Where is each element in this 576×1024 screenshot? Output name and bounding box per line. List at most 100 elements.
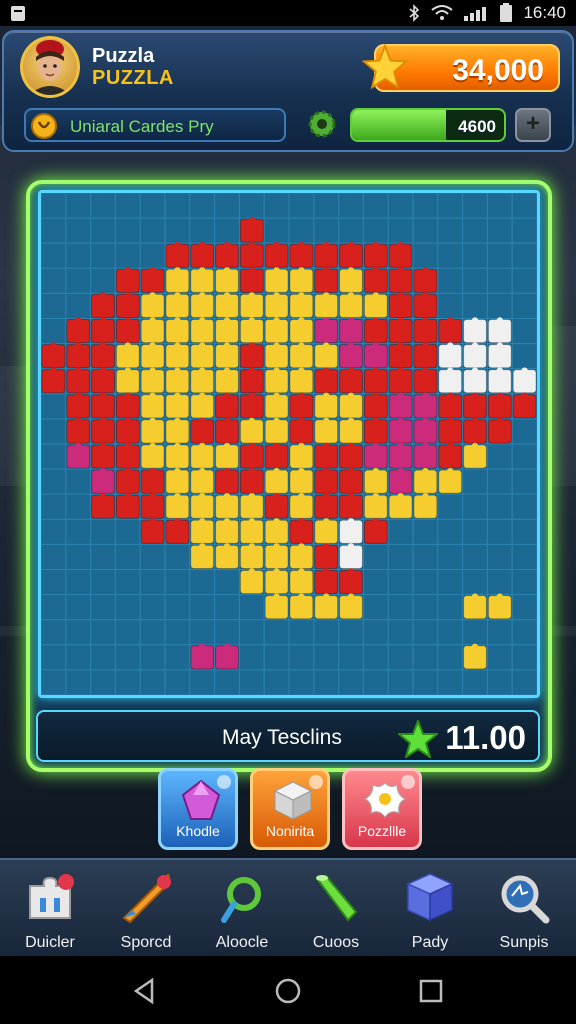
board-tile[interactable] xyxy=(41,569,67,596)
board-tile[interactable] xyxy=(462,518,488,545)
board-tile[interactable] xyxy=(387,193,414,219)
board-tile[interactable] xyxy=(214,569,240,596)
board-tile[interactable] xyxy=(65,292,92,320)
board-tile[interactable] xyxy=(65,217,92,244)
board-tile[interactable] xyxy=(511,543,537,570)
board-tile[interactable] xyxy=(65,518,92,545)
board-tile[interactable] xyxy=(511,594,537,621)
board-tile[interactable] xyxy=(511,669,537,695)
board-tile[interactable] xyxy=(139,217,166,244)
board-tile[interactable] xyxy=(437,267,464,294)
board-tile[interactable] xyxy=(114,193,141,219)
board-tile[interactable] xyxy=(90,644,116,671)
board-tile[interactable] xyxy=(214,669,240,695)
board-tile[interactable] xyxy=(41,292,67,320)
board-tile[interactable] xyxy=(90,543,116,570)
board-tile[interactable] xyxy=(462,569,488,596)
board-tile[interactable] xyxy=(511,292,537,320)
board-tile[interactable] xyxy=(511,443,537,470)
puzzle-grid[interactable] xyxy=(41,193,537,695)
board-tile[interactable] xyxy=(387,619,414,646)
board-tile[interactable] xyxy=(486,267,513,294)
board-tile[interactable] xyxy=(164,594,191,621)
board-tile[interactable] xyxy=(511,343,537,370)
back-icon[interactable] xyxy=(130,976,160,1006)
nav-item-pady[interactable]: Pady xyxy=(390,868,470,954)
board-tile[interactable] xyxy=(338,217,364,244)
board-tile[interactable] xyxy=(41,267,67,294)
board-tile[interactable] xyxy=(288,669,315,695)
board-tile[interactable] xyxy=(437,619,464,646)
board-tile[interactable] xyxy=(65,619,92,646)
board-tile[interactable] xyxy=(164,619,191,646)
board-tile[interactable] xyxy=(41,193,67,219)
board-tile[interactable] xyxy=(189,619,216,646)
board-tile[interactable] xyxy=(511,468,537,495)
board-tile[interactable] xyxy=(486,493,513,520)
board-tile[interactable] xyxy=(486,518,513,545)
board-tile[interactable] xyxy=(313,193,340,219)
board-tile[interactable] xyxy=(41,443,67,470)
board-tile[interactable] xyxy=(139,669,166,695)
powerup-khodle[interactable]: Khodle xyxy=(158,768,238,850)
board-tile[interactable] xyxy=(41,543,67,570)
board-tile[interactable] xyxy=(65,242,92,269)
board-tile[interactable] xyxy=(41,393,67,420)
board-tile[interactable] xyxy=(362,569,389,596)
board-tile[interactable] xyxy=(313,669,340,695)
mission-bar[interactable]: Uniaral Cardes Pry xyxy=(24,108,286,142)
board-tile[interactable] xyxy=(486,193,513,219)
board-tile[interactable] xyxy=(263,217,290,244)
board-tile[interactable] xyxy=(486,543,513,570)
board-tile[interactable] xyxy=(263,669,290,695)
board-tile[interactable] xyxy=(214,193,240,219)
nav-item-duicler[interactable]: Duicler xyxy=(10,868,90,954)
board-tile[interactable] xyxy=(462,543,488,570)
board-tile[interactable] xyxy=(412,644,439,671)
board-tile[interactable] xyxy=(164,569,191,596)
board-tile[interactable] xyxy=(462,292,488,320)
board-tile[interactable] xyxy=(437,193,464,219)
board-tile[interactable] xyxy=(139,543,166,570)
board-tile[interactable] xyxy=(462,468,488,495)
board-tile[interactable] xyxy=(511,242,537,269)
board-tile[interactable] xyxy=(90,267,116,294)
board-tile[interactable] xyxy=(511,569,537,596)
gear-icon[interactable] xyxy=(306,108,338,140)
board-tile[interactable] xyxy=(139,193,166,219)
board-tile[interactable] xyxy=(114,644,141,671)
nav-item-sporcd[interactable]: Sporcd xyxy=(106,868,186,954)
board-tile[interactable] xyxy=(387,217,414,244)
board-tile[interactable] xyxy=(437,493,464,520)
board-tile[interactable] xyxy=(214,619,240,646)
board-tile[interactable] xyxy=(387,594,414,621)
board-tile[interactable] xyxy=(263,193,290,219)
nav-item-cuoos[interactable]: Cuoos xyxy=(296,868,376,954)
board-tile[interactable] xyxy=(65,468,92,495)
board-tile[interactable] xyxy=(437,543,464,570)
board-tile[interactable] xyxy=(462,619,488,646)
board-tile[interactable] xyxy=(214,217,240,244)
board-tile[interactable] xyxy=(164,669,191,695)
board-tile[interactable] xyxy=(139,644,166,671)
recents-icon[interactable] xyxy=(416,976,446,1006)
board-tile[interactable] xyxy=(437,242,464,269)
board-tile[interactable] xyxy=(387,644,414,671)
board-tile[interactable] xyxy=(437,292,464,320)
board-tile[interactable] xyxy=(41,217,67,244)
board-tile[interactable] xyxy=(511,267,537,294)
board-tile[interactable] xyxy=(139,594,166,621)
board-tile[interactable] xyxy=(114,217,141,244)
board-tile[interactable] xyxy=(462,217,488,244)
board-tile[interactable] xyxy=(437,217,464,244)
board-tile[interactable] xyxy=(362,193,389,219)
board-tile[interactable] xyxy=(288,619,315,646)
board-tile[interactable] xyxy=(139,569,166,596)
board-tile[interactable] xyxy=(114,669,141,695)
board-tile[interactable] xyxy=(437,569,464,596)
nav-item-sunpis[interactable]: Sunpis xyxy=(484,868,564,954)
board-tile[interactable] xyxy=(238,594,265,621)
board-tile[interactable] xyxy=(511,217,537,244)
board-tile[interactable] xyxy=(412,669,439,695)
board-tile[interactable] xyxy=(90,594,116,621)
